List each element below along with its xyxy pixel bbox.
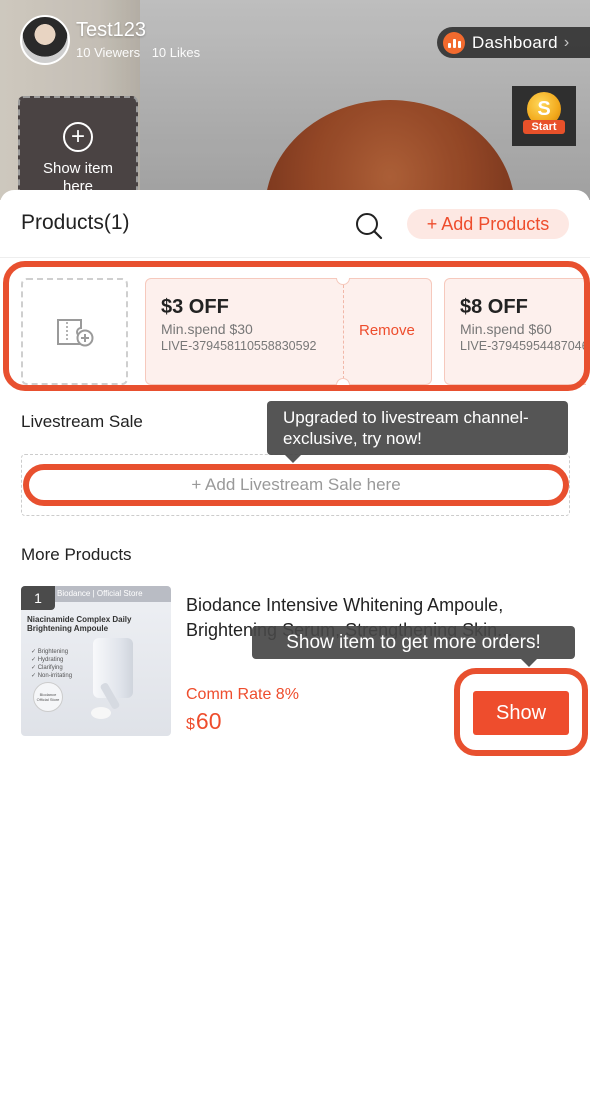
thumb-feature: ✓ Brightening (31, 649, 69, 655)
show-item-here-slot[interactable]: + Show item here (18, 96, 138, 200)
product-thumbnail[interactable]: Biodance | Official Store 1 Niacinamide … (21, 586, 171, 736)
currency-symbol: $ (186, 716, 195, 733)
livestream-sale-title: Livestream Sale (21, 412, 143, 431)
show-item-tooltip: Show item to get more orders! (252, 626, 575, 667)
dashboard-label: Dashboard (472, 32, 558, 52)
dashboard-button[interactable]: Dashboard › (437, 27, 590, 58)
panel-header: Products(1) + Add Products (0, 190, 590, 258)
host-name: Test123 (76, 19, 147, 41)
bar-chart-icon (443, 31, 465, 54)
price-value: 60 (195, 708, 222, 734)
rank-badge: 1 (21, 586, 55, 610)
products-panel: Products(1) + Add Products $3 OFF Min.sp… (0, 190, 590, 1114)
thumb-feature: ✓ Hydrating (31, 657, 64, 663)
host-info[interactable]: Test123 10 Viewers 10 Likes (20, 15, 200, 65)
plus-circle-icon: + (63, 122, 93, 152)
host-stats: 10 Viewers 10 Likes (76, 44, 200, 62)
thumb-brand: Biodance | Official Store (57, 589, 143, 598)
official-store-badge: Biodance Official Store (33, 682, 63, 712)
voucher-highlight-frame (3, 261, 590, 391)
thumb-title: Niacinamide Complex Daily Brightening Am… (27, 615, 132, 633)
viewer-count: 10 Viewers (76, 45, 141, 60)
add-livestream-sale-button[interactable]: + Add Livestream Sale here (23, 464, 569, 506)
show-item-button[interactable]: Show (473, 691, 569, 735)
thumb-feature: ✓ Non-irritating (31, 673, 73, 679)
avatar[interactable] (20, 15, 70, 65)
product-bottle-image (93, 638, 133, 698)
add-livestream-sale-label: + Add Livestream Sale here (191, 475, 401, 494)
thumb-feature: ✓ Clarifying (31, 665, 63, 671)
panel-title: Products(1) (21, 211, 130, 234)
product-price: $60 (186, 708, 222, 735)
commission-rate: Comm Rate 8% (186, 686, 299, 703)
coin-start-label: Start (523, 120, 565, 134)
livestream-video: Test123 10 Viewers 10 Likes Dashboard › … (0, 0, 590, 200)
chevron-right-icon: › (563, 33, 570, 51)
like-count: 10 Likes (151, 45, 201, 60)
search-icon[interactable] (355, 212, 383, 240)
livestream-sale-tooltip: Upgraded to livestream channel-exclusive… (267, 401, 568, 463)
coin-start-widget[interactable]: S Start (512, 86, 576, 146)
thumb-feature-list: ✓ Brightening ✓ Hydrating ✓ Clarifying ✓… (31, 648, 72, 680)
more-products-title: More Products (21, 545, 132, 564)
add-products-button[interactable]: + Add Products (407, 209, 569, 239)
